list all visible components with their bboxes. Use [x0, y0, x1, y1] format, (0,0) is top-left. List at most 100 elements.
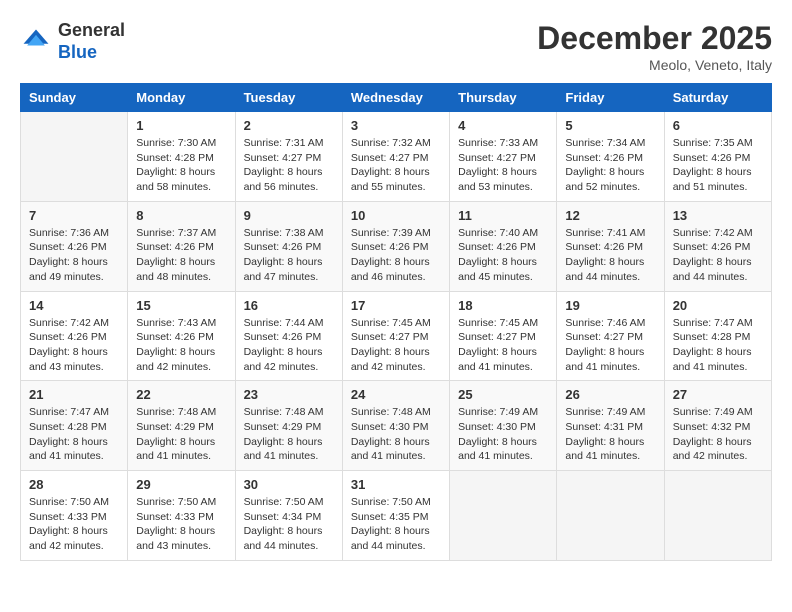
calendar-cell: 22 Sunrise: 7:48 AM Sunset: 4:29 PM Dayli… — [128, 381, 235, 471]
weekday-header-thursday: Thursday — [450, 84, 557, 112]
day-info: Sunrise: 7:49 AM Sunset: 4:30 PM Dayligh… — [458, 405, 548, 464]
calendar-cell: 20 Sunrise: 7:47 AM Sunset: 4:28 PM Dayli… — [664, 291, 771, 381]
day-number: 23 — [244, 387, 334, 402]
logo-general-text: General — [58, 20, 125, 40]
day-number: 24 — [351, 387, 441, 402]
calendar-cell: 15Sunrise: 7:43 AM Sunset: 4:26 PM Dayli… — [128, 291, 235, 381]
weekday-header-tuesday: Tuesday — [235, 84, 342, 112]
calendar-cell: 11Sunrise: 7:40 AM Sunset: 4:26 PM Dayli… — [450, 201, 557, 291]
day-number: 5 — [565, 118, 655, 133]
day-info: Sunrise: 7:39 AM Sunset: 4:26 PM Dayligh… — [351, 226, 441, 285]
calendar-cell: 19 Sunrise: 7:46 AM Sunset: 4:27 PM Dayli… — [557, 291, 664, 381]
calendar-cell: 16 Sunrise: 7:44 AM Sunset: 4:26 PM Dayli… — [235, 291, 342, 381]
calendar-cell: 23 Sunrise: 7:48 AM Sunset: 4:29 PM Dayli… — [235, 381, 342, 471]
day-info: Sunrise: 7:45 AM Sunset: 4:27 PM Dayligh… — [351, 316, 441, 375]
day-info: Sunrise: 7:50 AM Sunset: 4:34 PM Dayligh… — [244, 495, 334, 554]
day-number: 3 — [351, 118, 441, 133]
day-info: Sunrise: 7:45 AM Sunset: 4:27 PM Dayligh… — [458, 316, 548, 375]
day-info: Sunrise: 7:50 AM Sunset: 4:33 PM Dayligh… — [136, 495, 226, 554]
day-info: Sunrise: 7:30 AM Sunset: 4:28 PM Dayligh… — [136, 136, 226, 195]
calendar-cell: 10 Sunrise: 7:39 AM Sunset: 4:26 PM Dayli… — [342, 201, 449, 291]
day-info: Sunrise: 7:42 AM Sunset: 4:26 PM Dayligh… — [673, 226, 763, 285]
day-number: 1 — [136, 118, 226, 133]
day-info: Sunrise: 7:38 AM Sunset: 4:26 PM Dayligh… — [244, 226, 334, 285]
calendar-table: SundayMondayTuesdayWednesdayThursdayFrid… — [20, 83, 772, 561]
weekday-header-wednesday: Wednesday — [342, 84, 449, 112]
page-header: General Blue December 2025 Meolo, Veneto… — [20, 20, 772, 73]
day-number: 28 — [29, 477, 119, 492]
calendar-cell: 26 Sunrise: 7:49 AM Sunset: 4:31 PM Dayli… — [557, 381, 664, 471]
day-info: Sunrise: 7:48 AM Sunset: 4:29 PM Dayligh… — [136, 405, 226, 464]
day-info: Sunrise: 7:46 AM Sunset: 4:27 PM Dayligh… — [565, 316, 655, 375]
day-number: 10 — [351, 208, 441, 223]
location-text: Meolo, Veneto, Italy — [537, 57, 772, 73]
calendar-cell: 14Sunrise: 7:42 AM Sunset: 4:26 PM Dayli… — [21, 291, 128, 381]
day-number: 4 — [458, 118, 548, 133]
calendar-cell: 3 Sunrise: 7:32 AM Sunset: 4:27 PM Daylig… — [342, 112, 449, 202]
day-number: 7 — [29, 208, 119, 223]
calendar-week-1: 1 Sunrise: 7:30 AM Sunset: 4:28 PM Daylig… — [21, 112, 772, 202]
calendar-cell: 9 Sunrise: 7:38 AM Sunset: 4:26 PM Daylig… — [235, 201, 342, 291]
day-number: 27 — [673, 387, 763, 402]
day-info: Sunrise: 7:31 AM Sunset: 4:27 PM Dayligh… — [244, 136, 334, 195]
calendar-cell: 6Sunrise: 7:35 AM Sunset: 4:26 PM Daylig… — [664, 112, 771, 202]
weekday-header-saturday: Saturday — [664, 84, 771, 112]
day-info: Sunrise: 7:48 AM Sunset: 4:30 PM Dayligh… — [351, 405, 441, 464]
weekday-header-sunday: Sunday — [21, 84, 128, 112]
day-number: 2 — [244, 118, 334, 133]
calendar-week-3: 14Sunrise: 7:42 AM Sunset: 4:26 PM Dayli… — [21, 291, 772, 381]
day-info: Sunrise: 7:34 AM Sunset: 4:26 PM Dayligh… — [565, 136, 655, 195]
day-info: Sunrise: 7:42 AM Sunset: 4:26 PM Dayligh… — [29, 316, 119, 375]
logo-blue-text: Blue — [58, 42, 97, 62]
calendar-cell: 27Sunrise: 7:49 AM Sunset: 4:32 PM Dayli… — [664, 381, 771, 471]
weekday-header-friday: Friday — [557, 84, 664, 112]
day-number: 19 — [565, 298, 655, 313]
calendar-cell: 7Sunrise: 7:36 AM Sunset: 4:26 PM Daylig… — [21, 201, 128, 291]
calendar-cell: 29 Sunrise: 7:50 AM Sunset: 4:33 PM Dayli… — [128, 471, 235, 561]
day-number: 21 — [29, 387, 119, 402]
calendar-week-4: 21 Sunrise: 7:47 AM Sunset: 4:28 PM Dayli… — [21, 381, 772, 471]
day-info: Sunrise: 7:50 AM Sunset: 4:33 PM Dayligh… — [29, 495, 119, 554]
day-number: 30 — [244, 477, 334, 492]
day-number: 16 — [244, 298, 334, 313]
calendar-cell: 31Sunrise: 7:50 AM Sunset: 4:35 PM Dayli… — [342, 471, 449, 561]
day-number: 17 — [351, 298, 441, 313]
calendar-cell: 24 Sunrise: 7:48 AM Sunset: 4:30 PM Dayli… — [342, 381, 449, 471]
day-number: 9 — [244, 208, 334, 223]
calendar-cell: 30 Sunrise: 7:50 AM Sunset: 4:34 PM Dayli… — [235, 471, 342, 561]
day-number: 13 — [673, 208, 763, 223]
day-info: Sunrise: 7:47 AM Sunset: 4:28 PM Dayligh… — [29, 405, 119, 464]
day-info: Sunrise: 7:48 AM Sunset: 4:29 PM Dayligh… — [244, 405, 334, 464]
day-number: 29 — [136, 477, 226, 492]
day-info: Sunrise: 7:43 AM Sunset: 4:26 PM Dayligh… — [136, 316, 226, 375]
title-block: December 2025 Meolo, Veneto, Italy — [537, 20, 772, 73]
day-info: Sunrise: 7:32 AM Sunset: 4:27 PM Dayligh… — [351, 136, 441, 195]
calendar-cell: 21 Sunrise: 7:47 AM Sunset: 4:28 PM Dayli… — [21, 381, 128, 471]
day-number: 20 — [673, 298, 763, 313]
logo-icon — [20, 26, 52, 58]
weekday-header-row: SundayMondayTuesdayWednesdayThursdayFrid… — [21, 84, 772, 112]
day-number: 26 — [565, 387, 655, 402]
day-number: 12 — [565, 208, 655, 223]
calendar-cell — [21, 112, 128, 202]
calendar-cell: 4 Sunrise: 7:33 AM Sunset: 4:27 PM Daylig… — [450, 112, 557, 202]
day-number: 25 — [458, 387, 548, 402]
day-info: Sunrise: 7:35 AM Sunset: 4:26 PM Dayligh… — [673, 136, 763, 195]
day-number: 22 — [136, 387, 226, 402]
calendar-cell: 28 Sunrise: 7:50 AM Sunset: 4:33 PM Dayli… — [21, 471, 128, 561]
day-info: Sunrise: 7:49 AM Sunset: 4:31 PM Dayligh… — [565, 405, 655, 464]
day-info: Sunrise: 7:44 AM Sunset: 4:26 PM Dayligh… — [244, 316, 334, 375]
calendar-cell: 8Sunrise: 7:37 AM Sunset: 4:26 PM Daylig… — [128, 201, 235, 291]
calendar-cell: 1 Sunrise: 7:30 AM Sunset: 4:28 PM Daylig… — [128, 112, 235, 202]
calendar-cell — [450, 471, 557, 561]
day-number: 11 — [458, 208, 548, 223]
calendar-cell — [557, 471, 664, 561]
day-info: Sunrise: 7:33 AM Sunset: 4:27 PM Dayligh… — [458, 136, 548, 195]
day-info: Sunrise: 7:47 AM Sunset: 4:28 PM Dayligh… — [673, 316, 763, 375]
calendar-cell: 5 Sunrise: 7:34 AM Sunset: 4:26 PM Daylig… — [557, 112, 664, 202]
calendar-cell: 12Sunrise: 7:41 AM Sunset: 4:26 PM Dayli… — [557, 201, 664, 291]
day-number: 31 — [351, 477, 441, 492]
calendar-week-5: 28 Sunrise: 7:50 AM Sunset: 4:33 PM Dayli… — [21, 471, 772, 561]
calendar-cell — [664, 471, 771, 561]
logo: General Blue — [20, 20, 125, 63]
